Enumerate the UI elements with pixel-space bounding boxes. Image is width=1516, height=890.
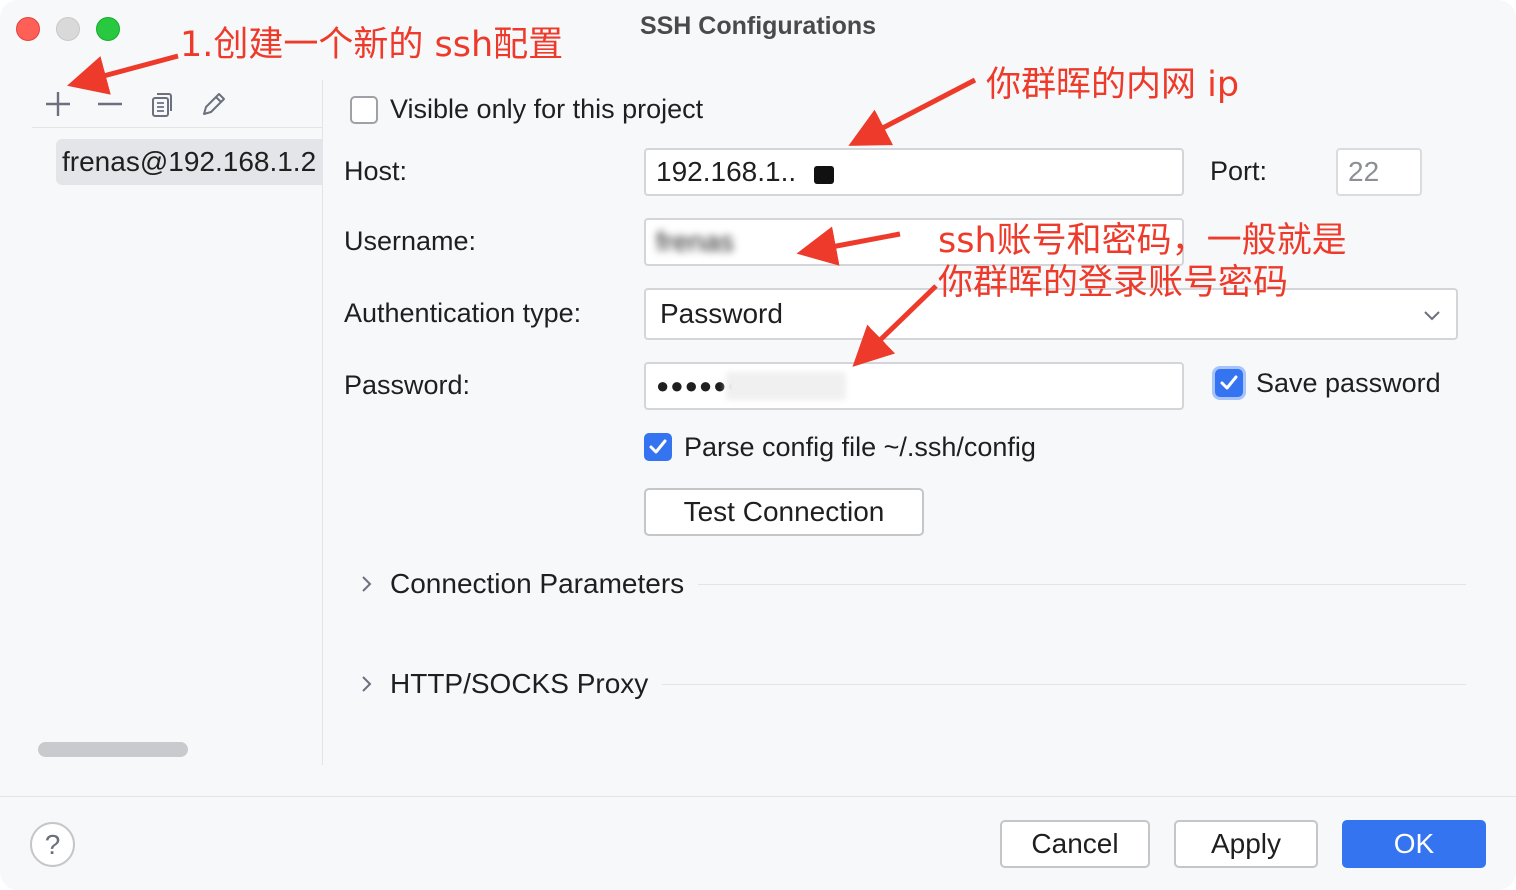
visible-only-label: Visible only for this project xyxy=(390,94,704,124)
annotation-create-new: 1.创建一个新的 ssh配置 xyxy=(180,25,564,65)
copy-configuration-button[interactable] xyxy=(144,86,180,122)
edit-configuration-button[interactable] xyxy=(196,86,232,122)
toolbar-separator xyxy=(32,127,322,128)
connection-parameters-title: Connection Parameters xyxy=(390,568,685,599)
window-title-text: SSH Configurations xyxy=(639,12,877,40)
add-configuration-button[interactable] xyxy=(40,86,76,122)
chevron-right-icon xyxy=(356,674,376,694)
proxy-title: HTTP/SOCKS Proxy xyxy=(390,668,649,699)
port-input[interactable]: 22 xyxy=(1336,148,1422,196)
cancel-label: Cancel xyxy=(1031,828,1119,859)
checkmark-icon xyxy=(649,439,667,454)
parse-config-label: Parse config file ~/.ssh/config xyxy=(684,432,1036,462)
arrow-to-host-input xyxy=(848,77,977,146)
username-label: Username: xyxy=(344,226,477,256)
footer-separator xyxy=(0,796,1516,797)
host-label: Host: xyxy=(344,156,408,186)
auth-type-label: Authentication type: xyxy=(344,298,582,328)
connection-parameters-section[interactable]: Connection Parameters xyxy=(356,564,1466,604)
redaction-blur xyxy=(726,372,846,400)
plus-icon xyxy=(46,92,70,116)
apply-label: Apply xyxy=(1210,828,1282,859)
help-icon: ? xyxy=(44,828,61,860)
checkmark-icon xyxy=(1220,375,1238,390)
username-value: frenas xyxy=(656,226,734,257)
test-connection-button[interactable]: Test Connection xyxy=(644,488,924,536)
parse-config-checkbox[interactable] xyxy=(644,433,672,461)
horizontal-scrollbar[interactable] xyxy=(38,742,188,757)
annotation-host-note: 你群晖的内网 ip xyxy=(986,65,1240,105)
port-label: Port: xyxy=(1210,156,1268,186)
ok-button[interactable]: OK xyxy=(1342,820,1486,868)
arrow-to-add-button xyxy=(67,53,179,95)
remove-configuration-button[interactable] xyxy=(92,86,128,122)
cancel-button[interactable]: Cancel xyxy=(1000,820,1150,868)
save-password-checkbox[interactable] xyxy=(1215,369,1243,397)
ok-label: OK xyxy=(1393,828,1435,859)
visible-only-checkbox[interactable] xyxy=(350,96,378,124)
password-input[interactable]: ●●●●●●●●● xyxy=(644,362,1184,410)
section-separator xyxy=(698,583,1466,585)
test-connection-label: Test Connection xyxy=(683,496,885,527)
host-input[interactable]: 192.168.1.. xyxy=(644,148,1184,196)
proxy-section[interactable]: HTTP/SOCKS Proxy xyxy=(356,664,1466,704)
password-label: Password: xyxy=(344,370,471,400)
section-separator xyxy=(662,683,1466,685)
chevron-down-icon xyxy=(1424,311,1440,321)
annotation-account-note-line2: 你群晖的登录账号密码 xyxy=(938,263,1289,303)
help-button[interactable]: ? xyxy=(30,822,75,867)
redaction-mark xyxy=(814,166,835,184)
port-value: 22 xyxy=(1348,156,1380,187)
chevron-right-icon xyxy=(356,574,376,594)
auth-type-value: Password xyxy=(660,298,783,329)
host-value: 192.168.1.. xyxy=(656,156,797,187)
pencil-icon xyxy=(203,93,225,115)
copy-icon xyxy=(152,93,172,117)
configuration-list-item[interactable]: frenas@192.168.1.2 xyxy=(56,139,323,185)
minus-icon xyxy=(98,102,122,106)
save-password-label: Save password xyxy=(1256,368,1441,398)
apply-button[interactable]: Apply xyxy=(1174,820,1318,868)
configuration-label: frenas@192.168.1.2 xyxy=(62,146,317,177)
ssh-configurations-dialog: SSH Configurations frenas@192.168.1.2 Vi… xyxy=(0,0,1516,890)
